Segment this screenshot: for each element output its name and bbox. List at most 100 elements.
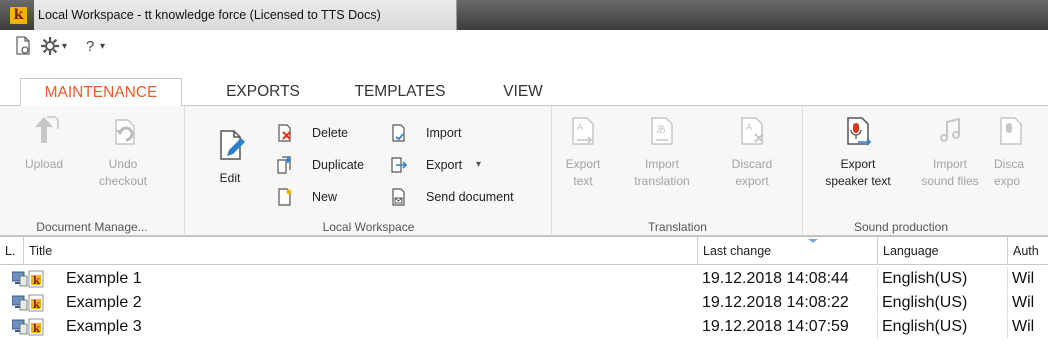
row-author-cell: Wil [1012,270,1035,287]
document-settings-icon[interactable] [14,36,32,58]
column-header-author[interactable]: Auth [1008,237,1048,265]
svg-text:A: A [577,123,584,133]
import-label: Import [426,126,462,140]
export-text-label-2: text [573,174,593,188]
settings-gear-dropdown[interactable]: ▾ [40,36,76,58]
column-header-title[interactable]: Title [24,237,698,265]
delete-button[interactable]: Delete [276,122,366,144]
undo-checkout-icon [115,119,135,145]
group-sound-production: Export speaker text Import sound files D… [804,106,1048,237]
export-text-icon: A [572,117,594,145]
sort-descending-icon [808,239,818,243]
title-bar: k Local Workspace - tt knowledge force (… [0,0,1048,30]
upload-icon [35,116,59,143]
undo-checkout-label-2: checkout [98,174,148,188]
discard-sound-label-2: expo [994,174,1021,188]
ribbon: Upload Undo checkout Document Manage... … [0,105,1048,237]
help-dropdown[interactable]: ? ▾ [86,36,116,58]
gear-icon [41,37,59,55]
svg-text:A: A [746,123,753,133]
svg-text:あ: あ [656,124,666,136]
discard-export-button[interactable]: A Discard export [719,114,785,190]
duplicate-button[interactable]: Duplicate [276,154,376,176]
export-speaker-text-label-2: speaker text [825,174,891,188]
grid-header: L. Title Last change Language Auth [0,236,1048,265]
group-label-local-workspace: Local Workspace [322,220,415,234]
help-icon: ? [86,38,95,55]
import-sound-files-label-1: Import [932,157,967,171]
export-speaker-text-button[interactable]: Export speaker text [810,114,906,190]
edit-button[interactable]: Edit [208,114,252,187]
export-speaker-text-icon [847,117,872,146]
document-grid: L. Title Last change Language Auth k Exam… [0,236,1048,354]
discard-sound-export-button[interactable]: Disca expo [994,114,1048,190]
row-language-cell: English(US) [878,267,1008,290]
group-translation: A Export text あ Import translation A Dis… [553,106,803,237]
undo-checkout-button[interactable]: Undo checkout [90,114,156,190]
upload-button[interactable]: Upload [14,114,74,173]
tab-maintenance[interactable]: MAINTENANCE [20,78,182,106]
import-translation-icon: あ [651,117,673,145]
row-title-cell: Example 3 [66,318,142,335]
row-author-cell: Wil [1012,318,1035,335]
import-icon [392,124,405,142]
quick-access-toolbar: ▾ ? ▾ [0,30,1048,68]
edit-document-icon [220,130,245,160]
export-text-label-1: Export [565,157,601,171]
duplicate-label: Duplicate [312,158,365,172]
import-sound-files-button[interactable]: Import sound files [914,114,986,190]
undo-checkout-label-1: Undo [108,157,138,171]
send-document-label: Send document [426,190,514,204]
discard-sound-label-1: Disca [994,157,1025,171]
export-icon [391,157,408,173]
new-button[interactable]: New [276,186,356,208]
group-document-management: Upload Undo checkout Document Manage... [0,106,185,237]
send-document-icon [392,188,405,206]
tab-view[interactable]: VIEW [488,78,558,106]
export-dropdown-button[interactable]: Export ▾ [390,154,500,176]
edit-label: Edit [219,171,241,185]
discard-export-icon: A [741,117,764,145]
row-last-change-cell: 19.12.2018 14:07:59 [698,315,878,338]
row-language-cell: English(US) [878,315,1008,338]
chevron-down-icon: ▾ [62,41,68,52]
table-row[interactable]: k Example 3 19.12.2018 14:07:59 English(US)… [0,315,1048,338]
group-label-document-management: Document Manage... [36,220,148,234]
chevron-down-icon: ▾ [476,159,482,170]
music-note-icon [940,117,960,142]
tab-templates[interactable]: TEMPLATES [338,78,462,106]
delete-label: Delete [312,126,349,140]
import-button[interactable]: Import [390,122,480,144]
column-header-last-change-label: Last change [703,244,772,258]
import-translation-label-1: Import [644,157,679,171]
table-row[interactable]: k Example 1 19.12.2018 14:08:44 English(US)… [0,267,1048,290]
duplicate-document-icon [277,156,291,174]
row-author-cell: Wil [1012,294,1035,311]
group-label-translation: Translation [648,220,707,234]
group-label-sound-production: Sound production [853,220,949,234]
new-document-icon [278,188,292,206]
column-header-last-change[interactable]: Last change [698,237,878,265]
window-title: Local Workspace - tt knowledge force (Li… [34,0,457,30]
row-title-cell: Example 1 [66,270,142,287]
export-label: Export [426,158,463,172]
discard-export-label-2: export [735,174,769,188]
row-last-change-cell: 19.12.2018 14:08:22 [698,291,878,314]
new-label: New [312,190,338,204]
row-title-cell: Example 2 [66,294,142,311]
export-speaker-text-label-1: Export [840,157,876,171]
send-document-button[interactable]: Send document [390,186,540,208]
ribbon-tabs: MAINTENANCE EXPORTS TEMPLATES VIEW [0,78,1048,106]
column-header-language[interactable]: Language [878,237,1008,265]
import-sound-files-label-2: sound files [921,174,979,188]
import-translation-button[interactable]: あ Import translation [617,114,707,190]
discard-speaker-icon [1000,117,1022,145]
row-last-change-cell: 19.12.2018 14:08:44 [698,267,878,290]
tab-exports[interactable]: EXPORTS [210,78,316,106]
chevron-down-icon: ▾ [100,41,106,52]
column-header-lock[interactable]: L. [0,237,24,265]
app-logo-icon: k [10,7,27,24]
export-text-button[interactable]: A Export text [553,114,613,190]
delete-document-icon [278,124,291,142]
table-row[interactable]: k Example 2 19.12.2018 14:08:22 English(US)… [0,291,1048,314]
